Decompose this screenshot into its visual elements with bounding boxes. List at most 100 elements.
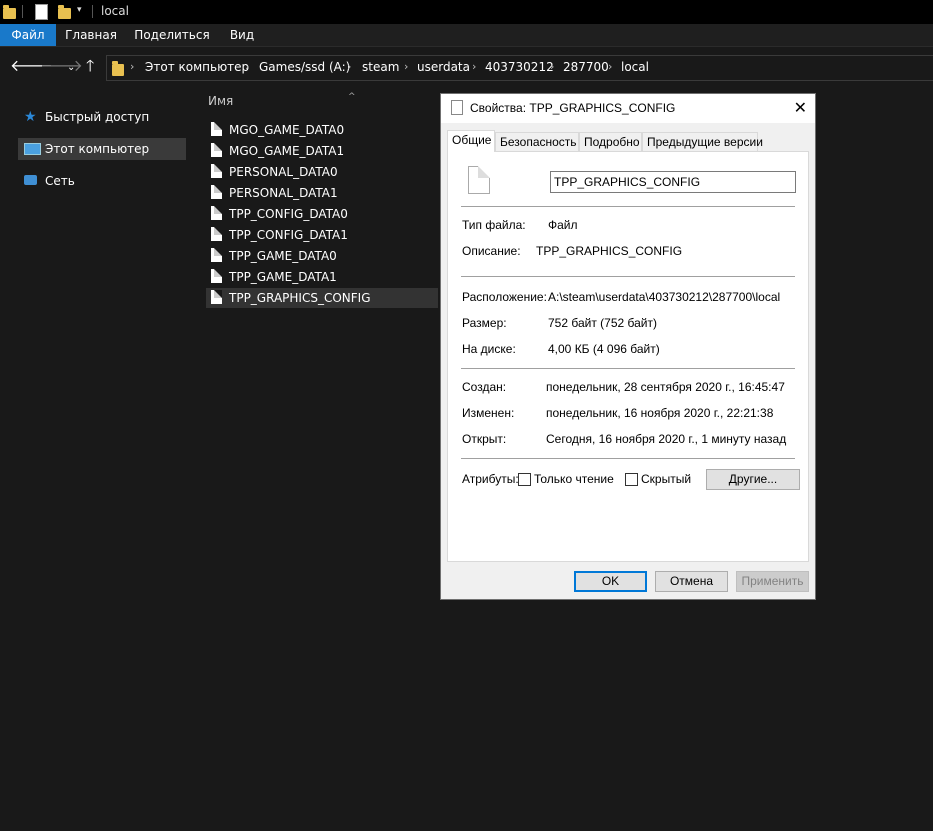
list-item[interactable]: TPP_CONFIG_DATA1 xyxy=(206,225,438,245)
column-header-label: Имя xyxy=(208,94,234,108)
modified-label: Изменен: xyxy=(462,406,515,420)
size-label: Размер: xyxy=(462,316,507,330)
readonly-label[interactable]: Только чтение xyxy=(534,472,614,486)
properties-dialog: Свойства: TPP_GRAPHICS_CONFIG ✕ Общие Бе… xyxy=(440,93,816,600)
folder-icon xyxy=(112,61,124,76)
chevron-down-icon[interactable]: ⌄ xyxy=(67,59,75,77)
file-icon xyxy=(211,269,222,283)
file-icon xyxy=(211,185,222,199)
tab-security[interactable]: Безопасность xyxy=(495,132,579,151)
tab-previous-versions[interactable]: Предыдущие версии xyxy=(642,132,763,151)
address-bar[interactable]: › Этот компьютер › Games/ssd (A:) › stea… xyxy=(106,55,933,81)
list-item[interactable]: TPP_CONFIG_DATA0 xyxy=(206,204,438,224)
readonly-checkbox[interactable] xyxy=(518,473,531,486)
file-icon xyxy=(468,166,490,194)
file-icon xyxy=(211,143,222,157)
chevron-down-icon[interactable]: ▾ xyxy=(77,5,82,15)
file-name-field[interactable] xyxy=(550,171,796,193)
separator xyxy=(22,5,23,18)
ribbon: Файл Главная Поделиться Вид xyxy=(0,24,933,47)
list-item[interactable]: PERSONAL_DATA0 xyxy=(206,162,438,182)
tab-view[interactable]: Вид xyxy=(222,24,262,46)
description-label: Описание: xyxy=(462,244,521,258)
accessed-value: Сегодня, 16 ноября 2020 г., 1 минуту наз… xyxy=(546,432,787,446)
type-value: Файл xyxy=(548,218,578,232)
file-icon xyxy=(211,206,222,220)
nav-item-this-pc[interactable]: Этот компьютер xyxy=(18,138,186,160)
crumb-drive[interactable]: Games/ssd (A:) xyxy=(259,60,350,74)
network-icon xyxy=(24,175,37,185)
list-item[interactable]: PERSONAL_DATA1 xyxy=(206,183,438,203)
file-name: MGO_GAME_DATA1 xyxy=(229,144,345,158)
dialog-title-bar[interactable]: Свойства: TPP_GRAPHICS_CONFIG ✕ xyxy=(441,94,815,123)
crumb-this-pc[interactable]: Этот компьютер xyxy=(145,60,249,74)
column-header-name[interactable]: Имя ^ xyxy=(208,92,356,108)
crumb-user-id[interactable]: 403730212 xyxy=(485,60,554,74)
file-name: TPP_CONFIG_DATA0 xyxy=(229,207,348,221)
apply-button[interactable]: Применить xyxy=(736,571,809,592)
chevron-right-icon[interactable]: › xyxy=(130,60,134,73)
file-name: TPP_GAME_DATA1 xyxy=(229,270,337,284)
nav-item-label: Сеть xyxy=(45,174,75,188)
close-icon[interactable]: ✕ xyxy=(794,98,807,118)
window-title: local xyxy=(101,4,129,18)
chevron-right-icon[interactable]: › xyxy=(550,60,554,73)
ok-button[interactable]: OK xyxy=(574,571,647,592)
crumb-app-id[interactable]: 287700 xyxy=(563,60,609,74)
crumb-steam[interactable]: steam xyxy=(362,60,399,74)
modified-value: понедельник, 16 ноября 2020 г., 22:21:38 xyxy=(546,406,774,420)
computer-icon xyxy=(24,143,41,155)
title-bar: ▾ local xyxy=(0,0,933,24)
chevron-right-icon[interactable]: › xyxy=(404,60,408,73)
list-item[interactable]: MGO_GAME_DATA1 xyxy=(206,141,438,161)
created-label: Создан: xyxy=(462,380,507,394)
chevron-right-icon[interactable]: › xyxy=(608,60,612,73)
nav-item-label: Быстрый доступ xyxy=(45,110,150,124)
general-panel: Тип файла: Файл Описание: TPP_GRAPHICS_C… xyxy=(447,151,809,562)
nav-item-quick-access[interactable]: ★ Быстрый доступ xyxy=(18,106,186,128)
up-arrow-icon[interactable]: 🡑 xyxy=(86,57,94,75)
file-name: MGO_GAME_DATA0 xyxy=(229,123,345,137)
divider xyxy=(461,206,795,207)
file-icon xyxy=(211,290,222,304)
list-item[interactable]: MGO_GAME_DATA0 xyxy=(206,120,438,140)
size-on-disk-value: 4,00 КБ (4 096 байт) xyxy=(548,342,660,356)
nav-item-label: Этот компьютер xyxy=(45,142,150,156)
forward-arrow-icon[interactable]: 🡒 xyxy=(40,57,83,75)
size-on-disk-label: На диске: xyxy=(462,342,516,356)
attributes-label: Атрибуты: xyxy=(462,472,519,486)
crumb-userdata[interactable]: userdata xyxy=(417,60,470,74)
list-item[interactable]: TPP_GAME_DATA1 xyxy=(206,267,438,287)
location-value: A:\steam\userdata\403730212\287700\local xyxy=(548,290,781,304)
size-value: 752 байт (752 байт) xyxy=(548,316,657,330)
crumb-local[interactable]: local xyxy=(621,60,649,74)
address-row: 🡐 🡒 ⌄ 🡑 › Этот компьютер › Games/ssd (A:… xyxy=(0,47,933,87)
chevron-right-icon[interactable]: › xyxy=(472,60,476,73)
properties-icon[interactable] xyxy=(35,4,48,20)
accessed-label: Открыт: xyxy=(462,432,507,446)
hidden-label[interactable]: Скрытый xyxy=(641,472,691,486)
advanced-button[interactable]: Другие... xyxy=(706,469,800,490)
chevron-right-icon[interactable]: › xyxy=(347,60,351,73)
divider xyxy=(461,368,795,369)
tab-details[interactable]: Подробно xyxy=(579,132,642,151)
tab-home[interactable]: Главная xyxy=(60,24,122,46)
nav-item-network[interactable]: Сеть xyxy=(18,170,186,192)
new-folder-icon[interactable] xyxy=(58,5,71,19)
dialog-title: Свойства: TPP_GRAPHICS_CONFIG xyxy=(470,101,676,115)
navigation-pane: ★ Быстрый доступ Этот компьютер Сеть xyxy=(0,87,188,831)
file-name: PERSONAL_DATA0 xyxy=(229,165,338,179)
created-value: понедельник, 28 сентября 2020 г., 16:45:… xyxy=(546,380,785,394)
chevron-right-icon[interactable]: › xyxy=(245,60,249,73)
tab-general[interactable]: Общие xyxy=(447,130,495,152)
tab-share[interactable]: Поделиться xyxy=(132,24,212,46)
list-item[interactable]: TPP_GAME_DATA0 xyxy=(206,246,438,266)
file-icon xyxy=(211,122,222,136)
file-name: TPP_CONFIG_DATA1 xyxy=(229,228,348,242)
list-item-selected[interactable]: TPP_GRAPHICS_CONFIG xyxy=(206,288,438,308)
cancel-button[interactable]: Отмена xyxy=(655,571,728,592)
hidden-checkbox[interactable] xyxy=(625,473,638,486)
file-name: TPP_GAME_DATA0 xyxy=(229,249,337,263)
file-icon xyxy=(211,164,222,178)
tab-file[interactable]: Файл xyxy=(0,24,56,46)
